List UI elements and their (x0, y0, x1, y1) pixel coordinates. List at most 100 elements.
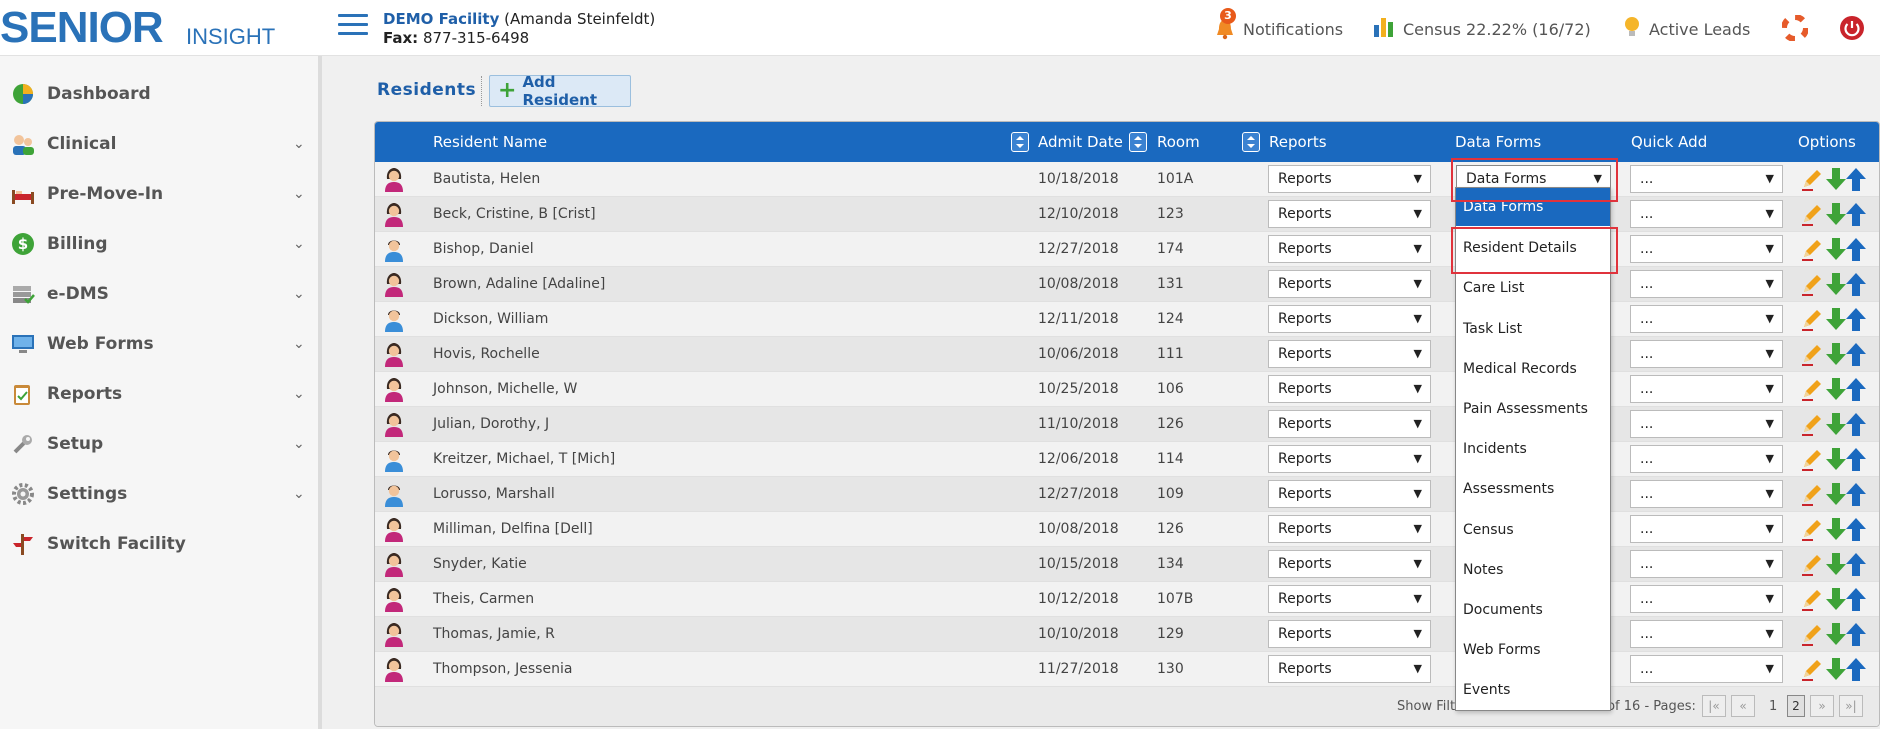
resident-name[interactable]: Lorusso, Marshall (433, 486, 555, 502)
chevron-down-icon[interactable]: ⌄ (293, 436, 305, 452)
dropdown-option[interactable]: Documents (1456, 590, 1610, 630)
reports-select[interactable]: Reports ▼ (1268, 515, 1431, 543)
table-row[interactable]: Thompson, Jessenia 11/27/2018 130 Reports ▼.… (375, 652, 1879, 687)
reports-select[interactable]: Reports ▼ (1268, 480, 1431, 508)
dropdown-option[interactable]: Pain Assessments (1456, 389, 1610, 429)
col-admit-date[interactable]: Admit Date (1038, 133, 1123, 151)
edit-pencil-icon[interactable] (1799, 201, 1823, 227)
transfer-arrow-up-icon[interactable] (1844, 551, 1868, 577)
reports-select[interactable]: Reports ▼ (1268, 200, 1431, 228)
edit-pencil-icon[interactable] (1799, 411, 1823, 437)
dropdown-option[interactable]: Notes (1456, 550, 1610, 590)
chevron-down-icon[interactable]: ⌄ (293, 386, 305, 402)
reports-select[interactable]: Reports ▼ (1268, 655, 1431, 683)
quick-add-select[interactable]: ... ▼ (1630, 200, 1783, 228)
sort-icon[interactable] (1011, 132, 1029, 152)
show-filter-link[interactable]: Show Filt (1397, 699, 1455, 714)
sort-icon[interactable] (1242, 132, 1260, 152)
quick-add-select[interactable]: ... ▼ (1630, 305, 1783, 333)
reports-select[interactable]: Reports ▼ (1268, 340, 1431, 368)
transfer-arrow-up-icon[interactable] (1844, 656, 1868, 682)
transfer-arrow-up-icon[interactable] (1844, 481, 1868, 507)
table-row[interactable]: Snyder, Katie 10/15/2018 134 Reports ▼... ▼ (375, 547, 1879, 582)
dropdown-option[interactable]: Resident Details (1456, 228, 1610, 268)
resident-name[interactable]: Julian, Dorothy, J (433, 416, 549, 432)
page-link-2[interactable]: 2 (1787, 695, 1805, 717)
dropdown-option[interactable]: Incidents (1456, 429, 1610, 469)
edit-pencil-icon[interactable] (1799, 376, 1823, 402)
resident-name[interactable]: Brown, Adaline [Adaline] (433, 276, 605, 292)
reports-select[interactable]: Reports ▼ (1268, 375, 1431, 403)
transfer-arrow-up-icon[interactable] (1844, 166, 1868, 192)
quick-add-select[interactable]: ... ▼ (1630, 235, 1783, 263)
quick-add-select[interactable]: ... ▼ (1630, 375, 1783, 403)
chevron-down-icon[interactable]: ⌄ (293, 236, 305, 252)
quick-add-select[interactable]: ... ▼ (1630, 515, 1783, 543)
chevron-down-icon[interactable]: ⌄ (293, 136, 305, 152)
facility-name[interactable]: DEMO Facility (383, 10, 499, 28)
transfer-arrow-up-icon[interactable] (1844, 376, 1868, 402)
table-row[interactable]: Julian, Dorothy, J 11/10/2018 126 Reports ▼.… (375, 407, 1879, 442)
last-page-button[interactable]: »| (1839, 695, 1863, 717)
dropdown-option[interactable]: Web Forms (1456, 630, 1610, 670)
resident-name[interactable]: Kreitzer, Michael, T [Mich] (433, 451, 615, 467)
dropdown-option[interactable]: Task List (1456, 309, 1610, 349)
table-row[interactable]: Thomas, Jamie, R 10/10/2018 129 Reports ▼...… (375, 617, 1879, 652)
resident-name[interactable]: Bautista, Helen (433, 171, 540, 187)
sidebar-item-e-dms[interactable]: e-DMS ⌄ (0, 274, 318, 314)
reports-select[interactable]: Reports ▼ (1268, 165, 1431, 193)
table-row[interactable]: Bishop, Daniel 12/27/2018 174 Reports ▼... ▼ (375, 232, 1879, 267)
reports-select[interactable]: Reports ▼ (1268, 585, 1431, 613)
census-button[interactable]: Census 22.22% (16/72) (1372, 16, 1591, 42)
resident-name[interactable]: Theis, Carmen (433, 591, 534, 607)
edit-pencil-icon[interactable] (1799, 621, 1823, 647)
sidebar-item-billing[interactable]: $ Billing ⌄ (0, 224, 318, 264)
col-room[interactable]: Room (1157, 133, 1200, 151)
resident-name[interactable]: Thomas, Jamie, R (433, 626, 555, 642)
notifications-button[interactable]: 3 Notifications (1214, 8, 1343, 42)
resident-name[interactable]: Snyder, Katie (433, 556, 527, 572)
quick-add-select[interactable]: ... ▼ (1630, 340, 1783, 368)
table-row[interactable]: Beck, Cristine, B [Crist] 12/10/2018 123 Re… (375, 197, 1879, 232)
power-logout-icon[interactable] (1839, 15, 1865, 41)
table-row[interactable]: Johnson, Michelle, W 10/25/2018 106 Reports… (375, 372, 1879, 407)
table-row[interactable]: Milliman, Delfina [Dell] 10/08/2018 126 Rep… (375, 512, 1879, 547)
transfer-arrow-up-icon[interactable] (1844, 341, 1868, 367)
edit-pencil-icon[interactable] (1799, 446, 1823, 472)
quick-add-select[interactable]: ... ▼ (1630, 585, 1783, 613)
menu-toggle-icon[interactable] (338, 14, 368, 38)
edit-pencil-icon[interactable] (1799, 586, 1823, 612)
quick-add-select[interactable]: ... ▼ (1630, 550, 1783, 578)
reports-select[interactable]: Reports ▼ (1268, 270, 1431, 298)
dropdown-option[interactable]: Data Forms (1456, 188, 1610, 226)
sidebar-item-web-forms[interactable]: Web Forms ⌄ (0, 324, 318, 364)
resident-name[interactable]: Johnson, Michelle, W (433, 381, 577, 397)
quick-add-select[interactable]: ... ▼ (1630, 620, 1783, 648)
reports-select[interactable]: Reports ▼ (1268, 445, 1431, 473)
resident-name[interactable]: Thompson, Jessenia (433, 661, 572, 677)
table-row[interactable]: Hovis, Rochelle 10/06/2018 111 Reports ▼... ▼ (375, 337, 1879, 372)
edit-pencil-icon[interactable] (1799, 516, 1823, 542)
first-page-button[interactable]: |« (1702, 695, 1726, 717)
quick-add-select[interactable]: ... ▼ (1630, 410, 1783, 438)
edit-pencil-icon[interactable] (1799, 271, 1823, 297)
dropdown-option[interactable]: Assessments (1456, 469, 1610, 509)
table-row[interactable]: Bautista, Helen 10/18/2018 101A Reports ▼ Dat… (375, 162, 1879, 197)
transfer-arrow-up-icon[interactable] (1844, 621, 1868, 647)
resident-name[interactable]: Milliman, Delfina [Dell] (433, 521, 593, 537)
edit-pencil-icon[interactable] (1799, 551, 1823, 577)
quick-add-select[interactable]: ... ▼ (1630, 445, 1783, 473)
reports-select[interactable]: Reports ▼ (1268, 235, 1431, 263)
resident-name[interactable]: Bishop, Daniel (433, 241, 534, 257)
sidebar-item-pre-move-in[interactable]: Pre-Move-In ⌄ (0, 174, 318, 214)
table-row[interactable]: Brown, Adaline [Adaline] 10/08/2018 131 Rep… (375, 267, 1879, 302)
prev-page-button[interactable]: « (1731, 695, 1755, 717)
reports-select[interactable]: Reports ▼ (1268, 410, 1431, 438)
edit-pencil-icon[interactable] (1799, 236, 1823, 262)
transfer-arrow-up-icon[interactable] (1844, 271, 1868, 297)
transfer-arrow-up-icon[interactable] (1844, 586, 1868, 612)
edit-pencil-icon[interactable] (1799, 306, 1823, 332)
sidebar-item-dashboard[interactable]: Dashboard (0, 74, 318, 114)
sidebar-item-switch-facility[interactable]: Switch Facility (0, 524, 318, 564)
sidebar-item-settings[interactable]: Settings ⌄ (0, 474, 318, 514)
